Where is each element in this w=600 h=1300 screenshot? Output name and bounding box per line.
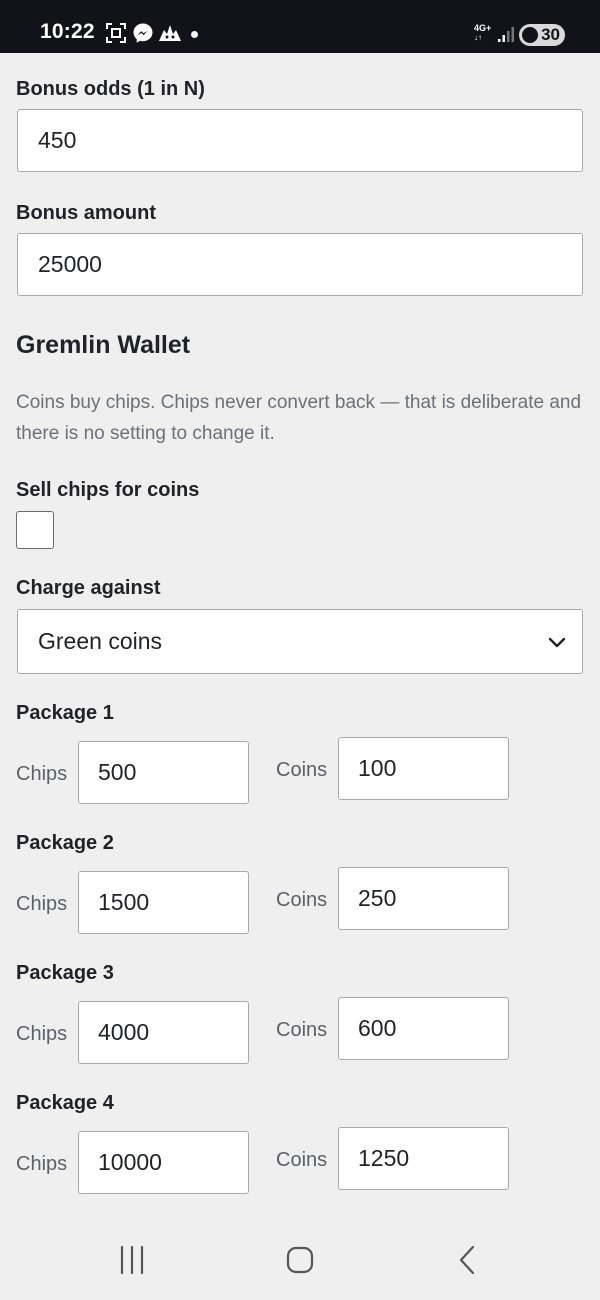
package-3-label: Package 3: [16, 962, 114, 984]
wallet-section-title: Gremlin Wallet: [16, 331, 191, 359]
package-3-chips-label: Chips: [16, 1023, 68, 1045]
package-2-chips-label: Chips: [16, 893, 68, 915]
status-time: 10:22: [40, 20, 95, 43]
screenshot-icon: [105, 22, 127, 44]
messenger-icon: [132, 22, 154, 44]
package-4-chips-input[interactable]: [78, 1131, 249, 1194]
chevron-down-icon: [548, 634, 566, 652]
package-2-coins-input[interactable]: [338, 867, 509, 930]
wallet-help-text: Coins buy chips. Chips never convert bac…: [16, 392, 582, 444]
bonus-odds-input[interactable]: [17, 109, 583, 172]
package-3-chips-input[interactable]: [78, 1001, 249, 1064]
battery-indicator: 30: [519, 24, 565, 46]
package-1-chips-label: Chips: [16, 763, 68, 785]
package-1-coins-input[interactable]: [338, 737, 509, 800]
bonus-odds-label: Bonus odds (1 in N): [16, 78, 205, 100]
package-2-coins-label: Coins: [276, 889, 328, 911]
back-icon[interactable]: [455, 1243, 479, 1277]
package-1-label: Package 1: [16, 702, 114, 724]
sell-chips-label: Sell chips for coins: [16, 479, 200, 501]
status-bar: 10:22 4G+ ↓↑ 30: [0, 0, 600, 53]
sell-chips-checkbox[interactable]: [16, 511, 54, 549]
package-3-coins-label: Coins: [276, 1019, 328, 1041]
package-4-coins-input[interactable]: [338, 1127, 509, 1190]
charge-against-value: Green coins: [38, 628, 163, 654]
signal-icon: [497, 25, 515, 43]
package-2-label: Package 2: [16, 832, 114, 854]
package-1-coins-label: Coins: [276, 759, 328, 781]
package-4-coins-label: Coins: [276, 1149, 328, 1171]
home-icon[interactable]: [284, 1243, 316, 1277]
charge-against-select[interactable]: Green coins: [17, 609, 583, 674]
package-2-chips-input[interactable]: [78, 871, 249, 934]
package-3-coins-input[interactable]: [338, 997, 509, 1060]
bonus-amount-input[interactable]: [17, 233, 583, 296]
package-4-chips-label: Chips: [16, 1153, 68, 1175]
notification-dot: [191, 31, 198, 38]
battery-saver-icon: [522, 27, 538, 43]
recent-apps-icon[interactable]: [118, 1243, 146, 1277]
game-icon: [158, 22, 182, 44]
network-type: 4G+ ↓↑: [474, 23, 492, 43]
bonus-amount-label: Bonus amount: [16, 202, 156, 224]
package-4-label: Package 4: [16, 1092, 114, 1114]
charge-against-label: Charge against: [16, 577, 161, 599]
package-1-chips-input[interactable]: [78, 741, 249, 804]
